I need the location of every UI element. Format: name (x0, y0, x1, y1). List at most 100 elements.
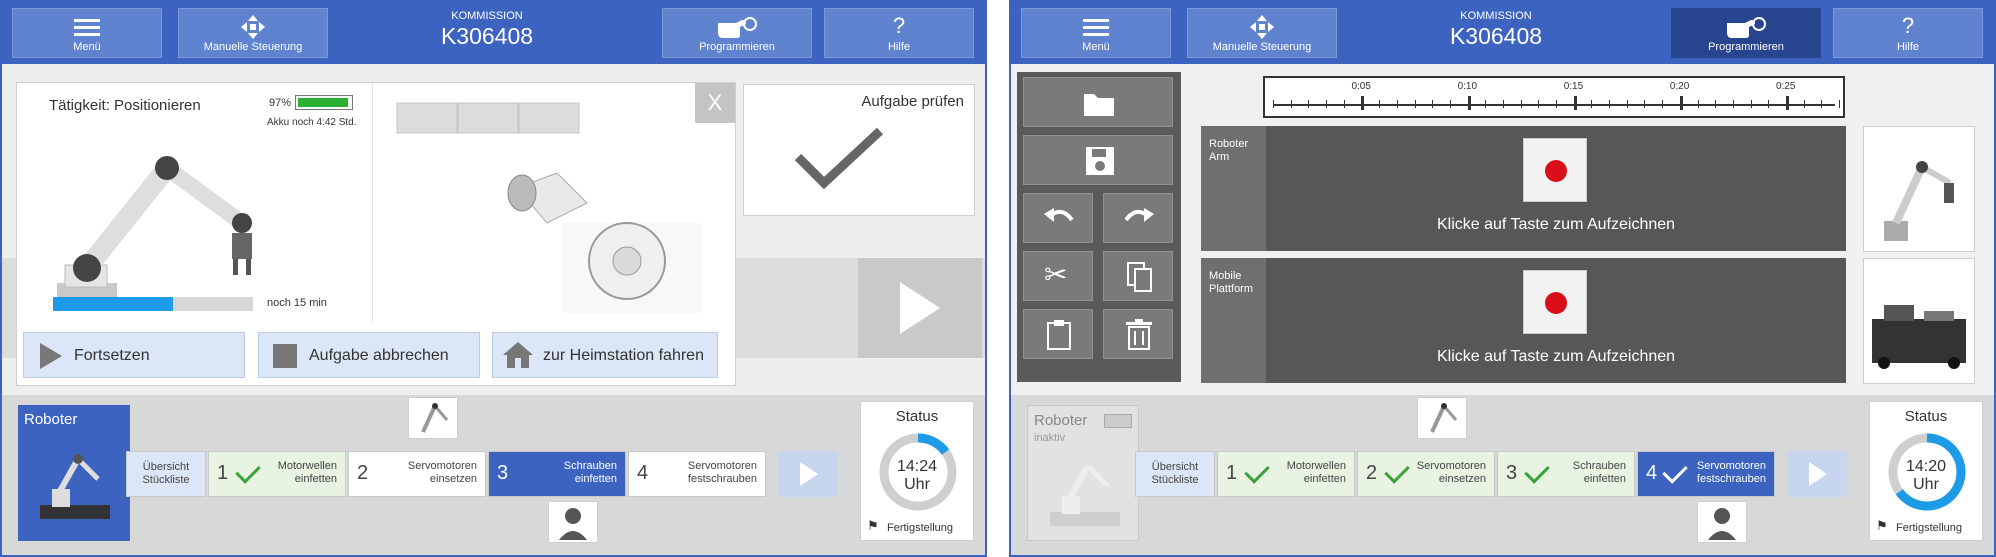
status-time: 14:24 Uhr (861, 458, 973, 494)
timeline[interactable]: 0:05 0:10 0:15 0:20 0:25 (1263, 76, 1845, 118)
menu-label: Menü (73, 41, 101, 53)
menu-button[interactable]: Menü (1021, 8, 1171, 58)
record-hint: Klicke auf Taste zum Aufzeichnen (1436, 216, 1676, 233)
timeline-tick (1839, 100, 1840, 108)
timeline-tick (1609, 100, 1611, 108)
timeline-tick (1750, 100, 1752, 108)
help-button[interactable]: ? Hilfe (1833, 8, 1983, 58)
top-bar: Menü Manuelle Steuerung KOMMISSION K3064… (1011, 2, 1994, 64)
timeline-tick (1414, 100, 1416, 108)
program-button[interactable]: Programmieren (1671, 8, 1821, 58)
robot-arm-icon (1430, 403, 1458, 433)
steps-overview-button[interactable]: Übersicht Stückliste (126, 451, 206, 497)
status-panel: Status 14:20 Uhr ⚑ Fertigstellung (1869, 401, 1983, 541)
question-icon: ? (892, 13, 906, 38)
top-bar: Menü Manuelle Steuerung KOMMISSION K3064… (2, 2, 985, 64)
commission-label: KOMMISSION (451, 10, 523, 22)
step-label: Schrauben einfetten (1572, 460, 1626, 485)
worker-step-thumb (548, 501, 598, 543)
battery-remaining: Akku noch 4:42 Std. (267, 117, 357, 128)
home-station-button[interactable]: zur Heimstation fahren (492, 332, 718, 378)
check-task-panel[interactable]: Aufgabe prüfen (743, 84, 975, 216)
finish-flag-icon: ⚑ (1876, 518, 1888, 533)
step-4[interactable]: 4 Servomotoren festschrauben (1637, 451, 1775, 497)
battery-icon (295, 95, 353, 110)
timeline-tick (1803, 100, 1805, 108)
step-1[interactable]: 1 Motorwellen einfetten (208, 451, 346, 497)
robot-tile[interactable]: Roboter inaktiv (1027, 405, 1139, 541)
timeline-tick (1396, 100, 1398, 108)
step-4[interactable]: 4 Servomotoren festschrauben (628, 451, 766, 497)
timeline-tick (1538, 100, 1540, 108)
abort-task-button[interactable]: Aufgabe abbrechen (258, 332, 480, 378)
remaining-time: noch 15 min (267, 297, 327, 309)
timeline-tick (1520, 100, 1522, 108)
checkmark-icon (1244, 458, 1270, 484)
step-1[interactable]: 1 Motorwellen einfetten (1217, 451, 1355, 497)
menu-button[interactable]: Menü (12, 8, 162, 58)
manual-control-label: Manuelle Steuerung (1212, 41, 1312, 53)
timeline-tick (1679, 96, 1683, 110)
close-task-button[interactable]: X (695, 83, 735, 123)
steps-next-button[interactable] (778, 451, 838, 497)
robot-arm-thumbnail[interactable] (1863, 126, 1975, 252)
battery-percent: 97% (269, 97, 292, 109)
step-label: Servomotoren festschrauben (687, 460, 757, 485)
step-number: 2 (357, 462, 369, 484)
record-button[interactable] (1523, 138, 1587, 202)
hamburger-icon (1083, 19, 1109, 36)
save-file-button[interactable] (1023, 135, 1173, 185)
timeline-tick-label: 0:05 (1351, 81, 1371, 92)
robot-tile-label: Roboter (1034, 412, 1088, 429)
status-title: Status (1904, 408, 1948, 425)
step-2[interactable]: 2 Servomotoren einsetzen (348, 451, 486, 497)
steps-overview-button[interactable]: Übersicht Stückliste (1135, 451, 1215, 497)
bottom-bar: Roboter Übersicht Stückliste 1 Motorwellen… (2, 395, 985, 555)
robot-tile-status: inaktiv (1034, 432, 1066, 444)
floppy-icon (1086, 147, 1114, 175)
manual-control-button[interactable]: Manuelle Steuerung (178, 8, 328, 58)
cut-button[interactable]: ✂ (1023, 251, 1093, 301)
step-3[interactable]: 3 Schrauben einfetten (1497, 451, 1635, 497)
copy-button[interactable] (1103, 251, 1173, 301)
record-button[interactable] (1523, 270, 1587, 334)
track-mobile-platform[interactable]: Mobile Plattform Klicke auf Taste zum Auf… (1201, 258, 1846, 383)
mobile-platform-image (1872, 305, 1966, 369)
undo-button[interactable] (1023, 193, 1093, 243)
help-label: Hilfe (887, 41, 910, 53)
step-3[interactable]: 3 Schrauben einfetten (488, 451, 626, 497)
steps-next-button[interactable] (1787, 451, 1847, 497)
paste-button[interactable] (1023, 309, 1093, 359)
track-robot-arm[interactable]: Roboter Arm Klicke auf Taste zum Aufzeich… (1201, 126, 1846, 251)
finish-label: Fertigstellung (1896, 522, 1963, 534)
abort-label: Aufgabe abbrechen (309, 347, 449, 364)
timeline-tick (1273, 100, 1274, 108)
activity-label: Tätigkeit: Positionieren (49, 97, 201, 114)
status-time-unit: Uhr (904, 476, 930, 493)
mobile-platform-thumbnail[interactable] (1863, 258, 1975, 384)
continue-button[interactable]: Fortsetzen (23, 332, 245, 378)
timeline-tick (1821, 100, 1823, 108)
program-button[interactable]: Programmieren (662, 8, 812, 58)
robot-arm-image (1884, 161, 1954, 241)
worker-icon (559, 508, 587, 540)
program-label: Programmieren (699, 41, 775, 53)
redo-button[interactable] (1103, 193, 1173, 243)
step-number: 3 (1506, 462, 1518, 484)
play-icon (900, 282, 940, 334)
delete-button[interactable] (1103, 309, 1173, 359)
continue-label: Fortsetzen (74, 347, 150, 364)
timeline-tick (1343, 100, 1345, 108)
timeline-tick (1591, 100, 1593, 108)
home-icon (503, 342, 533, 368)
open-file-button[interactable] (1023, 77, 1173, 127)
next-step-button[interactable] (858, 258, 982, 358)
step-label: Motorwellen einfetten (1286, 460, 1346, 485)
commission-number: K306408 (1449, 23, 1543, 49)
step-2[interactable]: 2 Servomotoren einsetzen (1357, 451, 1495, 497)
task-progress-bar (53, 297, 253, 311)
manual-control-button[interactable]: Manuelle Steuerung (1187, 8, 1337, 58)
robot-tile[interactable]: Roboter (18, 405, 130, 541)
help-button[interactable]: ? Hilfe (824, 8, 974, 58)
timeline-tick-label: 0:15 (1563, 81, 1584, 92)
